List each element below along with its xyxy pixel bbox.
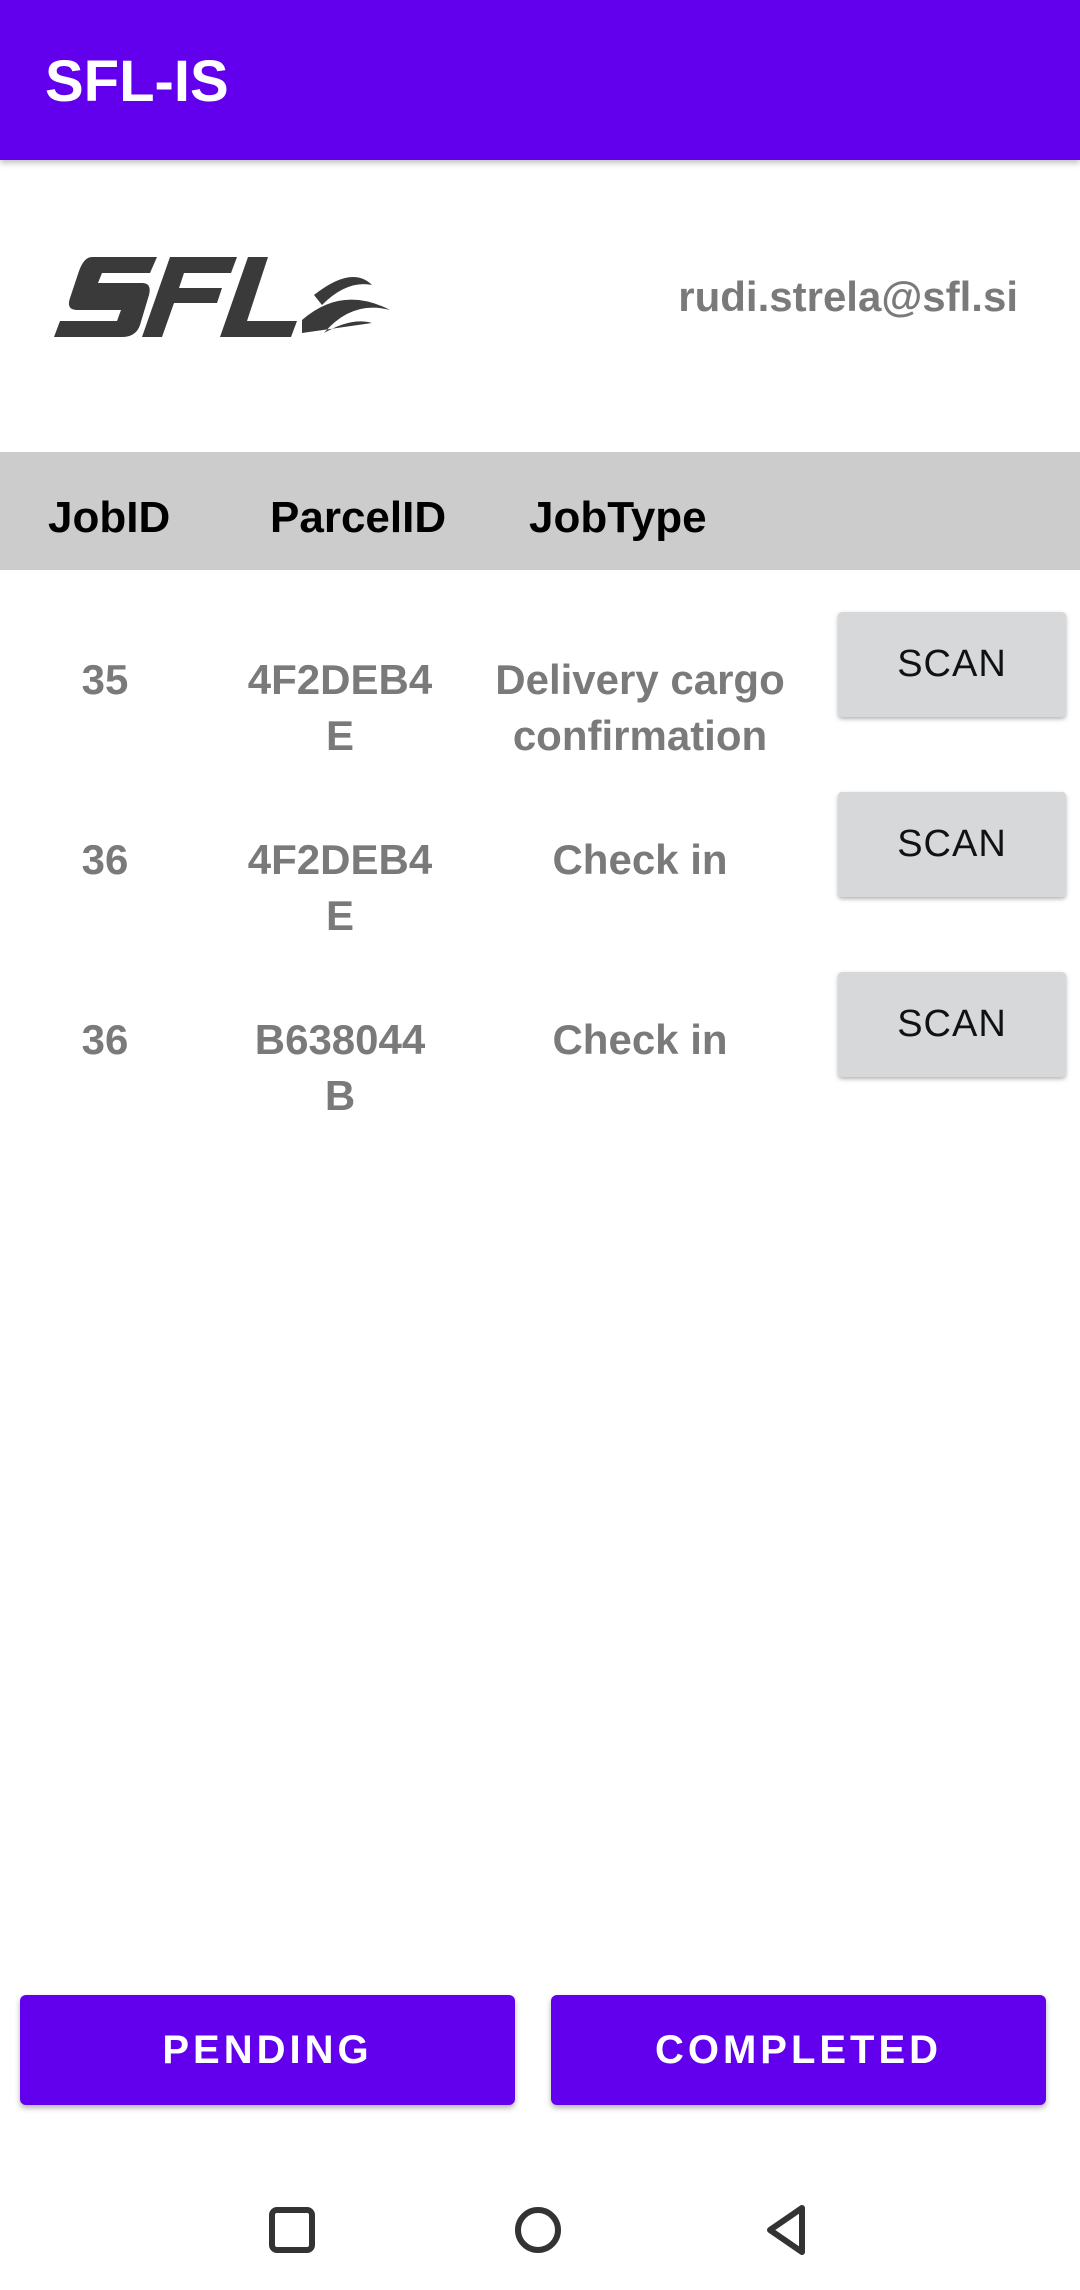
scan-button[interactable]: SCAN xyxy=(838,792,1066,897)
parcel-id-line1: B638044 xyxy=(254,1016,426,1063)
completed-button[interactable]: COMPLETED xyxy=(551,1995,1046,2105)
table-row: 36 4F2DEB4 E Check in SCAN xyxy=(0,792,1080,972)
system-nav-bar xyxy=(0,2160,1080,2290)
user-email: rudi.strela@sfl.si xyxy=(678,273,1018,320)
table-row: 35 4F2DEB4 E Delivery cargo confirmation… xyxy=(0,612,1080,792)
job-type-line1: Delivery cargo xyxy=(495,656,785,703)
parcel-id: 4F2DEB4 E xyxy=(225,652,455,764)
back-icon[interactable] xyxy=(756,2200,816,2260)
parcel-id: B638044 B xyxy=(225,1012,455,1124)
scan-button[interactable]: SCAN xyxy=(838,972,1066,1077)
parcel-id-line1: 4F2DEB4 xyxy=(247,836,433,883)
job-type: Delivery cargo confirmation xyxy=(480,652,800,764)
parcel-id-line2: B xyxy=(324,1072,356,1119)
column-header-jobid: JobID xyxy=(48,493,171,542)
app-title: SFL-IS xyxy=(45,49,229,114)
scan-button[interactable]: SCAN xyxy=(838,612,1066,717)
job-id: 36 xyxy=(81,836,129,883)
table-row: 36 B638044 B Check in SCAN xyxy=(0,972,1080,1152)
column-header-jobtype: JobType xyxy=(529,493,707,542)
parcel-id-line2: E xyxy=(325,892,354,939)
app-bar: SFL-IS xyxy=(0,0,1080,160)
job-id: 36 xyxy=(81,1016,129,1063)
table-header: JobID ParcelID JobType xyxy=(0,452,1080,570)
column-header-parcelid: ParcelID xyxy=(270,493,447,542)
job-type-line2: confirmation xyxy=(512,712,768,759)
parcel-id-line2: E xyxy=(325,712,354,759)
job-type-line1: Check in xyxy=(552,836,728,883)
pending-button[interactable]: PENDING xyxy=(20,1995,515,2105)
job-id: 35 xyxy=(81,656,129,703)
parcel-id: 4F2DEB4 E xyxy=(225,832,455,944)
recent-apps-icon[interactable] xyxy=(262,2200,322,2260)
parcel-id-line1: 4F2DEB4 xyxy=(247,656,433,703)
job-type-line1: Check in xyxy=(552,1016,728,1063)
home-icon[interactable] xyxy=(508,2200,568,2260)
sfl-logo xyxy=(54,257,390,337)
job-type: Check in xyxy=(480,832,800,888)
job-type: Check in xyxy=(480,1012,800,1068)
